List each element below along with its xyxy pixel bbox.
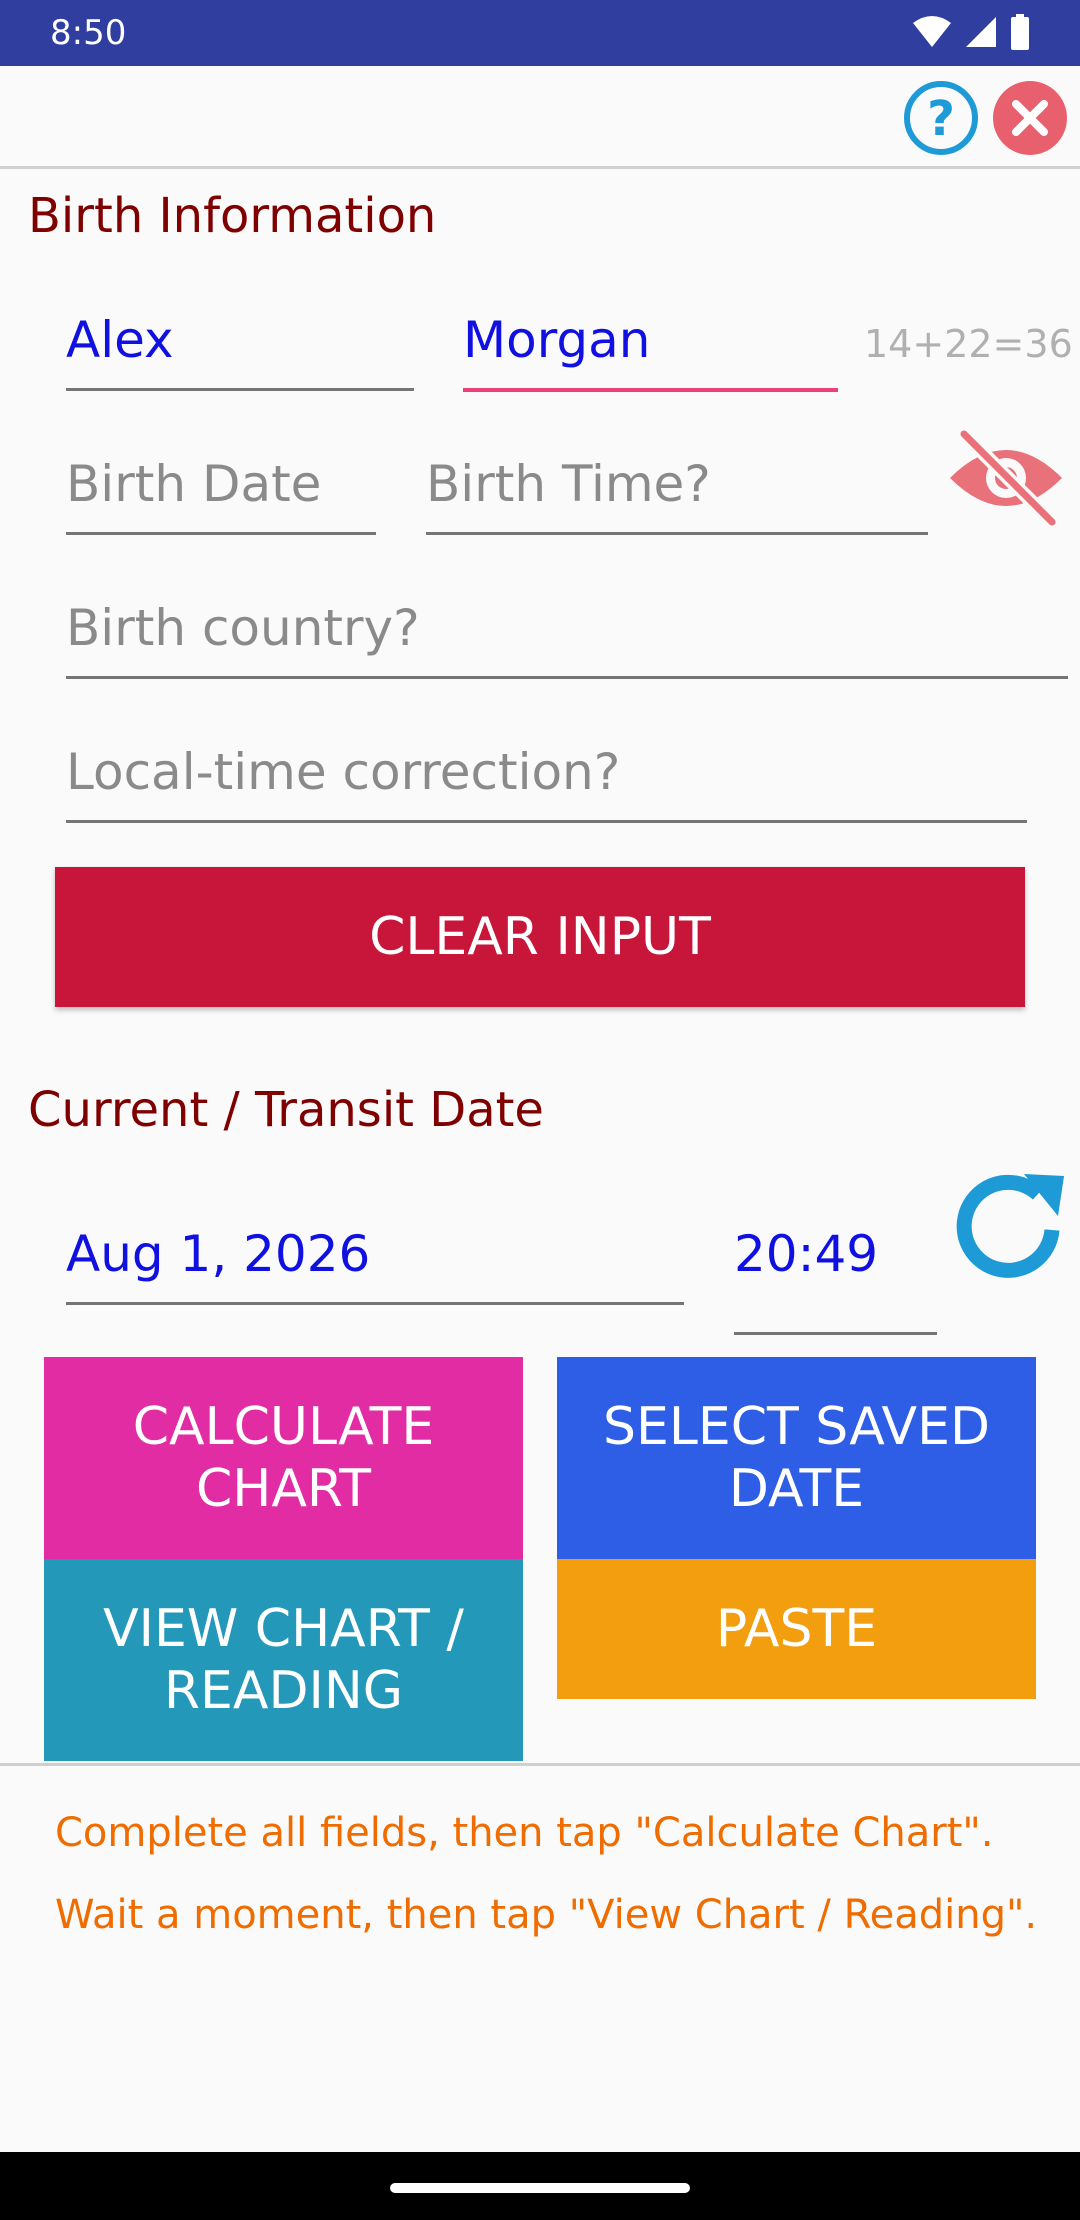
- last-name-field[interactable]: Morgan: [463, 300, 838, 392]
- transit-section-title: Current / Transit Date: [28, 1082, 544, 1138]
- birth-time-placeholder: Birth Time?: [426, 455, 711, 513]
- first-name-value: Alex: [66, 311, 174, 369]
- toolbar-divider: [0, 166, 1080, 169]
- first-name-field[interactable]: Alex: [66, 300, 414, 391]
- birth-time-field[interactable]: Birth Time?: [426, 444, 928, 535]
- select-label-line2: DATE: [728, 1459, 865, 1519]
- status-bar: 8:50: [0, 0, 1080, 66]
- status-time: 8:50: [50, 13, 127, 53]
- transit-date-value: Aug 1, 2026: [66, 1225, 371, 1283]
- hint-line-2: Wait a moment, then tap "View Chart / Re…: [55, 1892, 1038, 1938]
- content-divider: [0, 1763, 1080, 1766]
- transit-date-field[interactable]: Aug 1, 2026: [66, 1214, 684, 1305]
- calculate-label-line1: CALCULATE: [132, 1397, 435, 1457]
- select-saved-date-button[interactable]: SELECT SAVED DATE: [557, 1357, 1036, 1559]
- transit-time-value: 20:49: [734, 1225, 879, 1283]
- local-time-correction-placeholder: Local-time correction?: [66, 743, 621, 801]
- view-label-line2: READING: [163, 1661, 404, 1721]
- paste-button[interactable]: PASTE: [557, 1559, 1036, 1699]
- calculate-chart-button[interactable]: CALCULATE CHART: [44, 1357, 523, 1559]
- close-circle-icon: [993, 81, 1067, 155]
- view-label-line1: VIEW CHART /: [103, 1599, 464, 1659]
- status-icons: [912, 14, 1030, 50]
- calculate-label-line2: CHART: [195, 1459, 372, 1519]
- birth-date-field[interactable]: Birth Date: [66, 444, 376, 535]
- local-time-correction-field[interactable]: Local-time correction?: [66, 732, 1027, 823]
- svg-text:?: ?: [927, 91, 955, 147]
- select-label-line1: SELECT SAVED: [603, 1397, 990, 1457]
- birth-country-field[interactable]: Birth country?: [66, 588, 1068, 679]
- name-number-counter: 14+22=36: [864, 322, 1073, 366]
- refresh-icon: [956, 1174, 1064, 1278]
- battery-icon: [1011, 14, 1029, 50]
- view-chart-reading-button[interactable]: VIEW CHART / READING: [44, 1559, 523, 1761]
- transit-time-field[interactable]: 20:49: [734, 1214, 937, 1335]
- close-button[interactable]: [992, 80, 1068, 156]
- eye-off-icon: [950, 427, 1062, 529]
- help-circle-icon: ?: [904, 81, 978, 155]
- birth-date-placeholder: Birth Date: [66, 455, 322, 513]
- clear-input-button[interactable]: CLEAR INPUT: [55, 867, 1025, 1007]
- hint-line-1: Complete all fields, then tap "Calculate…: [55, 1810, 994, 1856]
- visibility-toggle[interactable]: [946, 426, 1066, 530]
- cellular-signal-icon: [966, 17, 996, 47]
- last-name-value: Morgan: [463, 311, 651, 369]
- birth-country-placeholder: Birth country?: [66, 599, 420, 657]
- refresh-button[interactable]: [952, 1168, 1072, 1288]
- help-button[interactable]: ?: [903, 80, 979, 156]
- wifi-icon: [913, 16, 951, 47]
- home-gesture-handle[interactable]: [390, 2183, 690, 2193]
- birth-section-title: Birth Information: [28, 188, 437, 244]
